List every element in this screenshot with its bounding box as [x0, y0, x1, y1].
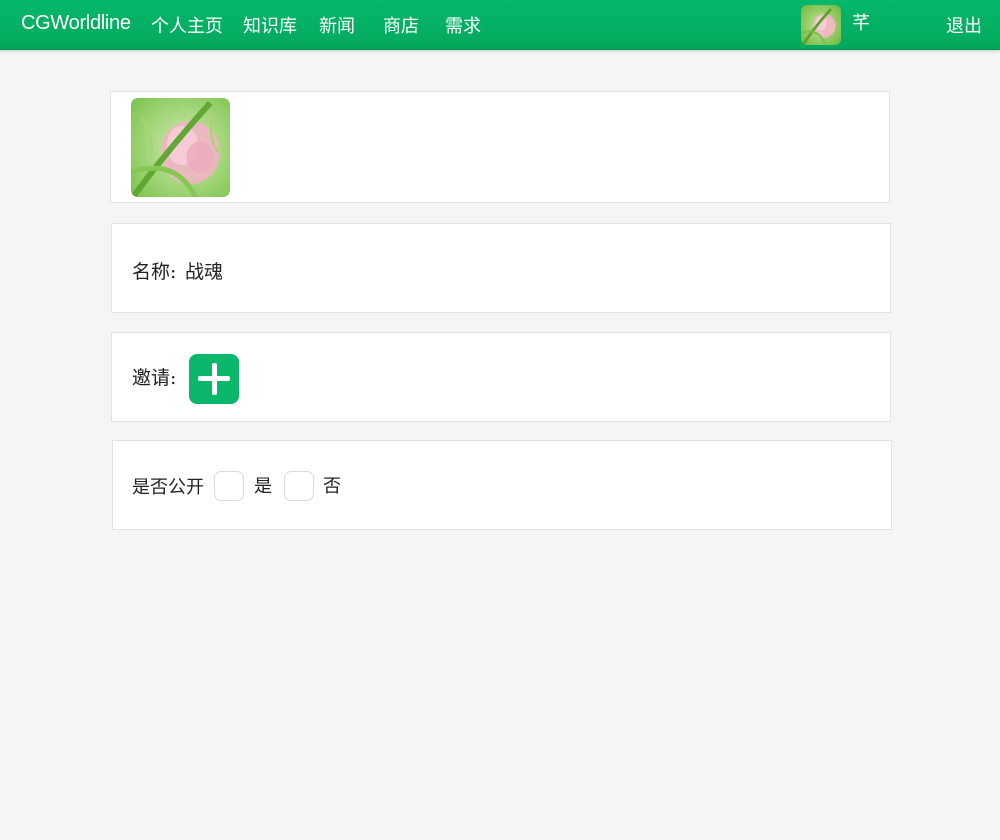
avatar-panel — [110, 91, 890, 203]
nav-username[interactable]: 芊 — [852, 12, 870, 36]
option-yes-label: 是 — [254, 476, 272, 497]
public-panel: 是否公开 是 否 — [112, 440, 892, 530]
public-label: 是否公开 — [132, 477, 204, 498]
add-invite-button[interactable] — [189, 354, 239, 404]
nav-item-home[interactable]: 个人主页 — [151, 15, 223, 39]
public-no-checkbox[interactable] — [284, 471, 314, 501]
nav-item-news[interactable]: 新闻 — [319, 15, 355, 39]
invite-panel: 邀请: — [111, 332, 891, 422]
invite-label: 邀请: — [132, 367, 177, 389]
name-label: 名称: — [132, 261, 177, 283]
option-no-label: 否 — [323, 476, 341, 497]
nav-item-knowledge[interactable]: 知识库 — [243, 15, 297, 39]
nav-item-shop[interactable]: 商店 — [383, 15, 419, 39]
nav-item-demand[interactable]: 需求 — [445, 15, 481, 39]
brand-logo[interactable]: CGWorldline — [21, 12, 131, 35]
name-value: 战魂 — [185, 261, 224, 283]
flower-avatar-image — [801, 5, 841, 45]
name-panel: 名称: 战魂 — [111, 223, 891, 313]
public-yes-checkbox[interactable] — [214, 471, 244, 501]
logout-link[interactable]: 退出 — [946, 15, 982, 39]
flower-avatar-image — [131, 98, 230, 197]
user-avatar[interactable] — [801, 5, 841, 45]
team-avatar[interactable] — [131, 98, 230, 197]
top-navbar: CGWorldline 个人主页 知识库 新闻 商店 需求 芊 退出 — [0, 0, 1000, 50]
